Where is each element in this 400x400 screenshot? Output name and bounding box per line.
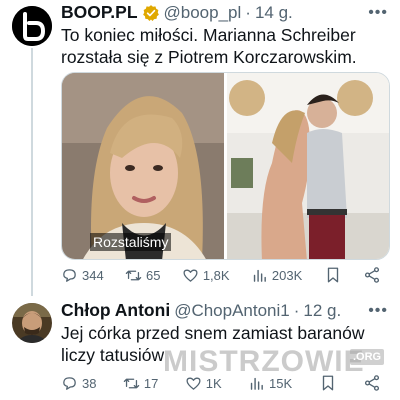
boop-logo-icon [12, 6, 52, 46]
like-action[interactable]: 1,8K [182, 267, 230, 284]
views-count: 203K [271, 267, 303, 283]
handle[interactable]: @ChopAntoni1 [174, 301, 290, 321]
like-count: 1,8K [202, 267, 230, 283]
views-action[interactable]: 15K [248, 375, 292, 392]
reply-icon [63, 268, 76, 282]
views-count: 15K [269, 375, 293, 391]
display-name[interactable]: BOOP.PL [61, 2, 138, 23]
like-icon [183, 269, 198, 282]
more-icon[interactable]: ••• [368, 4, 388, 22]
media-image-left[interactable]: Rozstaliśmy [62, 73, 224, 259]
display-name[interactable]: Chłop Antoni [61, 300, 170, 321]
share-icon [364, 375, 379, 391]
retweet-icon [123, 378, 140, 388]
retweet-icon [125, 270, 142, 280]
media-image-right[interactable] [227, 73, 389, 259]
timestamp[interactable]: 14 g. [255, 3, 293, 23]
share-icon [364, 267, 379, 283]
tweet-actions: 344 65 1,8K 203K [61, 266, 381, 284]
bookmark-icon [322, 375, 333, 391]
bookmark-action[interactable] [319, 374, 337, 392]
like-count: 1K [205, 375, 222, 391]
tweet-header: Chłop Antoni @ChopAntoni1 · 12 g. [61, 300, 341, 321]
bookmark-icon [327, 267, 338, 283]
reply-action[interactable]: 344 [61, 267, 104, 284]
avatar-boop[interactable] [12, 6, 52, 46]
like-icon [186, 377, 201, 390]
couple-photo-image [227, 73, 389, 259]
avatar-chlop-antoni[interactable] [12, 303, 52, 343]
bookmark-action[interactable] [324, 266, 342, 284]
man-portrait-image [12, 303, 52, 343]
woman-selfie-image [62, 73, 224, 259]
views-action[interactable]: 203K [251, 267, 302, 284]
timestamp[interactable]: 12 g. [303, 301, 341, 321]
tweet-media[interactable]: Rozstaliśmy [61, 72, 390, 260]
share-action[interactable] [363, 374, 381, 392]
separator-dot: · [293, 300, 300, 320]
tweet-text: To koniec miłości. Marianna Schreiber ro… [61, 25, 357, 67]
tweet-header: BOOP.PL @boop_pl · 14 g. [61, 2, 293, 23]
views-icon [253, 269, 266, 282]
like-action[interactable]: 1K [185, 375, 222, 392]
tweet-boop[interactable]: BOOP.PL @boop_pl · 14 g. ••• To koniec m… [0, 0, 400, 288]
retweet-count: 65 [146, 267, 161, 283]
share-action[interactable] [363, 266, 381, 284]
reply-icon [63, 376, 76, 390]
verified-badge-icon [142, 4, 159, 21]
watermark-suffix: .ORG [350, 349, 385, 365]
retweet-count: 17 [143, 375, 159, 391]
retweet-action[interactable]: 17 [123, 375, 158, 392]
reply-action[interactable]: 38 [61, 375, 96, 392]
video-caption: Rozstaliśmy [90, 233, 172, 251]
reply-count: 38 [82, 375, 97, 391]
more-icon[interactable]: ••• [368, 302, 388, 320]
reply-count: 344 [82, 267, 104, 283]
retweet-action[interactable]: 65 [125, 267, 161, 284]
tweet-actions: 38 17 1K 15K [61, 374, 381, 392]
views-icon [250, 377, 263, 390]
separator-dot: · [245, 2, 251, 22]
handle[interactable]: @boop_pl [164, 3, 242, 23]
